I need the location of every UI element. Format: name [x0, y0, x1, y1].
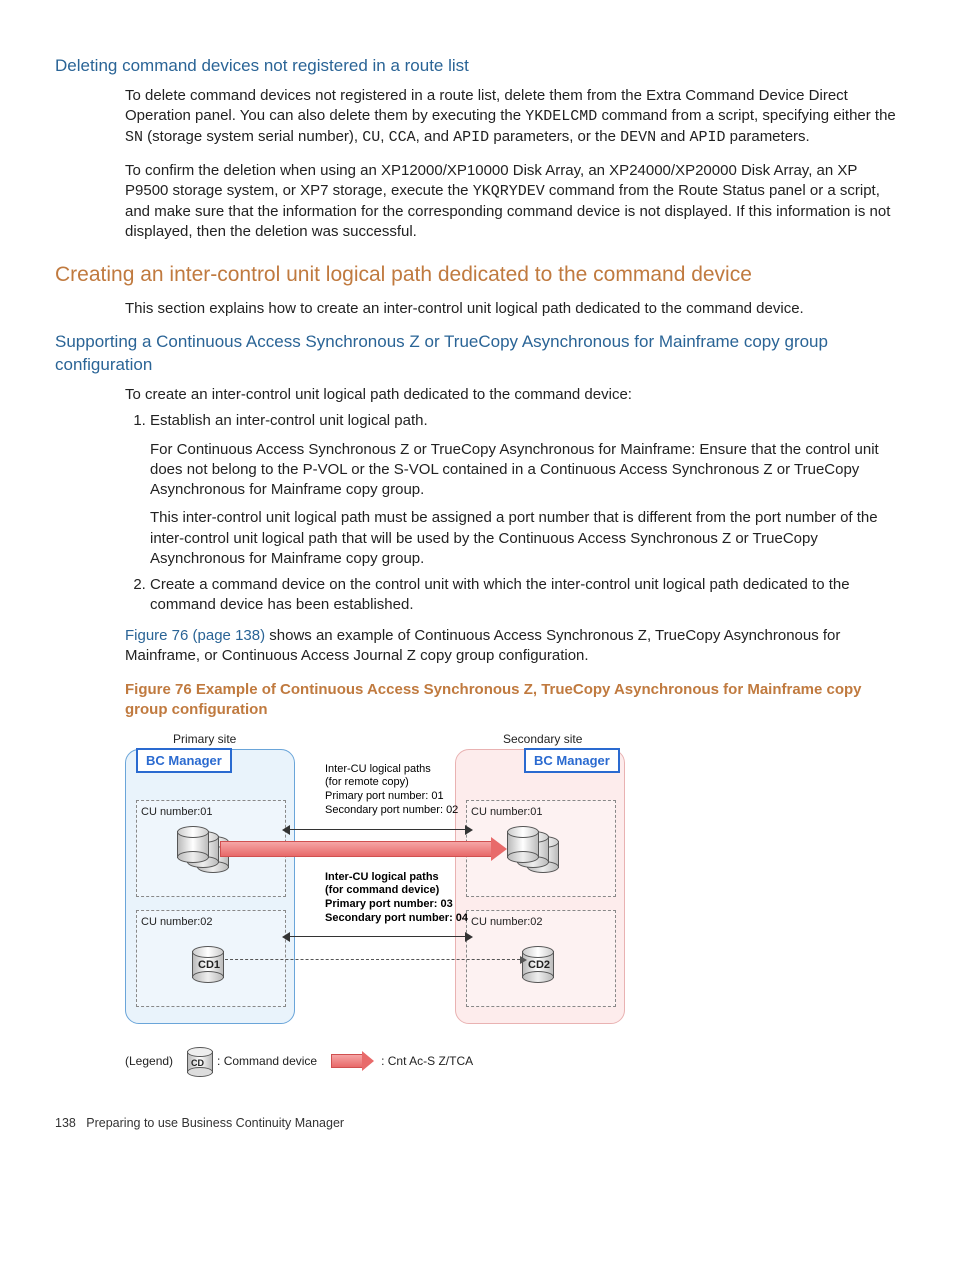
- cd2-label: CD2: [528, 958, 550, 973]
- step-1: Establish an inter-control unit logical …: [150, 411, 904, 569]
- para-intro: This section explains how to create an i…: [125, 299, 904, 319]
- inter-cu-path-1-arrow: [290, 829, 465, 830]
- text: command from a script, specifying either…: [597, 107, 895, 124]
- figure-76: Primary site Secondary site BC Manager C…: [125, 731, 685, 1075]
- code-apid: APID: [453, 129, 489, 146]
- cd1-label: CD1: [198, 958, 220, 973]
- text: ,: [380, 128, 388, 145]
- para-delete-2: To confirm the deletion when using an XP…: [125, 161, 904, 243]
- path2-text: Inter-CU logical paths (for command devi…: [325, 871, 468, 926]
- code-cu: CU: [362, 129, 380, 146]
- figure-caption: Figure 76 Example of Continuous Access S…: [125, 680, 904, 721]
- heading-creating: Creating an inter-control unit logical p…: [55, 261, 904, 289]
- heading-supporting: Supporting a Continuous Access Synchrono…: [55, 331, 904, 377]
- path1-l4: Secondary port number: 02: [325, 804, 458, 818]
- step-1-para-2: This inter-control unit logical path mus…: [150, 508, 904, 569]
- step-1-text: Establish an inter-control unit logical …: [150, 412, 428, 429]
- code-devn: DEVN: [620, 129, 656, 146]
- bc-manager-primary: BC Manager: [136, 748, 232, 774]
- primary-cu01-label: CU number:01: [137, 803, 217, 822]
- legend-arrow-icon: [331, 1054, 363, 1068]
- text: parameters, or the: [489, 128, 620, 145]
- secondary-cu01-label: CU number:01: [467, 803, 547, 822]
- path2-l4: Secondary port number: 04: [325, 912, 468, 926]
- xref-figure-76[interactable]: Figure 76 (page 138): [125, 627, 265, 644]
- primary-site-box: BC Manager CU number:01 CU number:02 CD1: [125, 749, 295, 1024]
- text: , and: [416, 128, 454, 145]
- legend-label: (Legend): [125, 1053, 173, 1069]
- cd1-icon: CD1: [192, 946, 222, 981]
- secondary-site-box: BC Manager CU number:01 CU number:02 CD2: [455, 749, 625, 1024]
- code-apid2: APID: [689, 129, 725, 146]
- code-ykdelcmd: YKDELCMD: [525, 108, 597, 125]
- text: parameters.: [726, 128, 810, 145]
- bc-manager-secondary: BC Manager: [524, 748, 620, 774]
- para-xref: Figure 76 (page 138) shows an example of…: [125, 626, 904, 667]
- legend-cd-icon: CD: [187, 1047, 211, 1075]
- page-footer: 138 Preparing to use Business Continuity…: [55, 1115, 904, 1132]
- code-sn: SN: [125, 129, 143, 146]
- code-cca: CCA: [389, 129, 416, 146]
- legend-arrow-text: : Cnt Ac-S Z/TCA: [381, 1053, 473, 1069]
- step-1-para-1: For Continuous Access Synchronous Z or T…: [150, 440, 904, 501]
- vol-icon: [177, 826, 207, 861]
- path1-l1: Inter-CU logical paths: [325, 763, 458, 777]
- text: (storage system serial number),: [143, 128, 362, 145]
- path1-l3: Primary port number: 01: [325, 790, 458, 804]
- primary-cu02-label: CU number:02: [137, 913, 217, 932]
- step-2: Create a command device on the control u…: [150, 575, 904, 616]
- cd-connection-arrow: [225, 959, 520, 960]
- path2-l1: Inter-CU logical paths: [325, 871, 468, 885]
- text: and: [656, 128, 689, 145]
- label-primary-site: Primary site: [173, 731, 236, 747]
- footer-chapter: Preparing to use Business Continuity Man…: [86, 1116, 344, 1130]
- code-ykqrydev: YKQRYDEV: [473, 183, 545, 200]
- page-number: 138: [55, 1116, 76, 1130]
- copy-arrow: [220, 841, 492, 857]
- steps-list: Establish an inter-control unit logical …: [125, 411, 904, 615]
- path2-l2: (for command device): [325, 884, 468, 898]
- inter-cu-path-2-arrow: [290, 936, 465, 937]
- legend-cd-badge: CD: [191, 1057, 204, 1069]
- legend-cd-text: : Command device: [217, 1053, 317, 1069]
- heading-deleting: Deleting command devices not registered …: [55, 55, 904, 78]
- para-lead: To create an inter-control unit logical …: [125, 385, 904, 405]
- para-delete-1: To delete command devices not registered…: [125, 86, 904, 149]
- vol-icon: [507, 826, 537, 861]
- label-secondary-site: Secondary site: [503, 731, 582, 747]
- path1-l2: (for remote copy): [325, 776, 458, 790]
- legend: (Legend) CD : Command device : Cnt Ac-S …: [125, 1047, 685, 1075]
- path1-text: Inter-CU logical paths (for remote copy)…: [325, 763, 458, 818]
- secondary-cu02-label: CU number:02: [467, 913, 547, 932]
- path2-l3: Primary port number: 03: [325, 898, 468, 912]
